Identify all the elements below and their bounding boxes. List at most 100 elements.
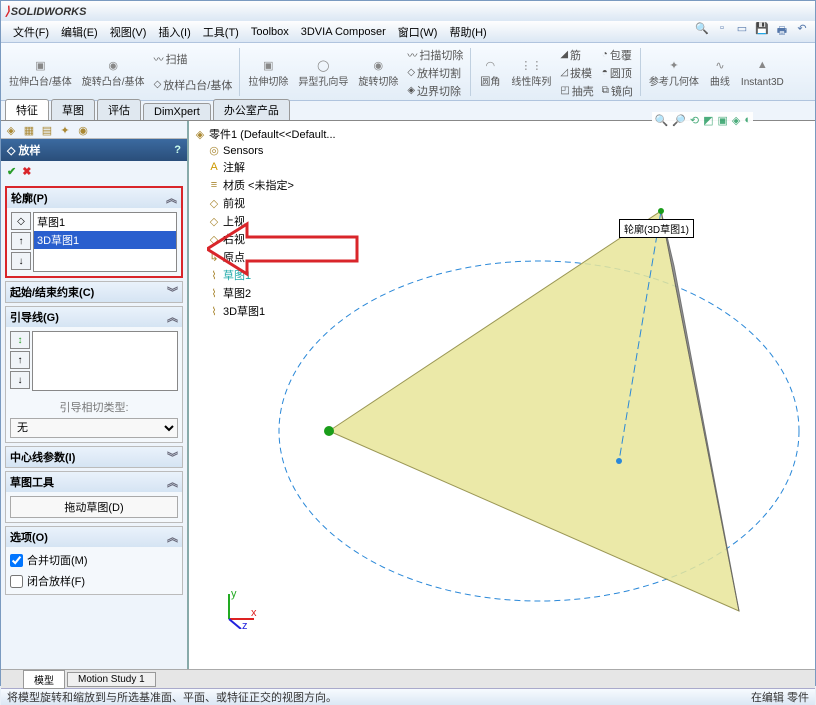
svg-text:x: x xyxy=(251,607,257,619)
tab-evaluate[interactable]: 评估 xyxy=(97,99,141,120)
profile-item-2[interactable]: 3D草图1 xyxy=(34,231,176,249)
extrude-boss-button[interactable]: ▣拉伸凸台/基体 xyxy=(5,46,76,98)
mirror-button[interactable]: ⧉ 镜向 xyxy=(599,82,636,100)
save-icon[interactable]: 💾 xyxy=(755,22,769,41)
dimxpert-mgr-icon[interactable]: ✦ xyxy=(57,123,73,137)
menu-toolbox[interactable]: Toolbox xyxy=(245,24,295,40)
start-end-header[interactable]: 起始/结束约束(C)︾ xyxy=(6,282,182,302)
revolve-icon: ◉ xyxy=(103,55,123,75)
guide-icon-button[interactable]: ↕ xyxy=(10,331,30,349)
panel-tab-icons: ◈ ▦ ▤ ✦ ◉ xyxy=(1,121,187,139)
revolve-cut-icon: ◉ xyxy=(368,55,388,75)
bottom-tabs: 模型 Motion Study 1 xyxy=(1,669,815,688)
collapse-icon: ︽ xyxy=(167,529,178,545)
tab-features[interactable]: 特征 xyxy=(5,99,49,120)
svg-text:y: y xyxy=(231,589,237,600)
sketch-tools-header[interactable]: 草图工具︽ xyxy=(6,472,182,492)
cancel-button[interactable]: ✖ xyxy=(22,165,31,178)
guide-tangent-select[interactable]: 无 xyxy=(10,418,178,438)
loft-boss-button[interactable]: ◇ 放样凸台/基体 xyxy=(151,76,236,94)
loft-cut-button[interactable]: ◇ 放样切割 xyxy=(404,64,466,82)
move-down-button[interactable]: ↓ xyxy=(11,252,31,270)
feature-tree-icon[interactable]: ◈ xyxy=(3,123,19,137)
tab-dimxpert[interactable]: DimXpert xyxy=(143,103,211,120)
extrude-icon: ▣ xyxy=(30,55,50,75)
ref-geometry-button[interactable]: ✦参考几何体 xyxy=(645,46,703,98)
rib-button[interactable]: ◢ 筋 xyxy=(557,46,596,64)
guide-header[interactable]: 引导线(G)︽ xyxy=(6,307,182,327)
dome-button[interactable]: ◓ 圆顶 xyxy=(599,64,636,82)
boundary-cut-button[interactable]: ◈ 边界切除 xyxy=(404,82,466,100)
shell-button[interactable]: ◰ 抽壳 xyxy=(557,82,596,100)
status-left: 将模型旋转和缩放到与所选基准面、平面、或特征正交的视图方向。 xyxy=(7,689,337,705)
profile-item-1[interactable]: 草图1 xyxy=(34,213,176,231)
curve-icon: ∿ xyxy=(710,55,730,75)
model-geometry xyxy=(189,121,815,669)
start-end-group: 起始/结束约束(C)︾ xyxy=(5,281,183,303)
status-right: 在编辑 零件 xyxy=(751,689,809,705)
profile-diamond-button[interactable]: ◇ xyxy=(11,212,31,230)
hole-wizard-button[interactable]: ◯异型孔向导 xyxy=(294,46,352,98)
menu-3dvia[interactable]: 3DVIA Composer xyxy=(295,24,392,40)
move-up-button[interactable]: ↑ xyxy=(11,232,31,250)
title-bar: SOLIDWORKS xyxy=(1,1,815,21)
collapse-icon: ︽ xyxy=(167,474,178,490)
search-icon[interactable]: 🔍 xyxy=(695,22,709,41)
profile-group-header[interactable]: 轮廓(P)︽ xyxy=(7,188,181,208)
extrude-cut-icon: ▣ xyxy=(258,55,278,75)
draft-button[interactable]: ◿ 拔模 xyxy=(557,64,596,82)
view-triad: x y z xyxy=(219,589,259,629)
wrap-button[interactable]: ◔ 包覆 xyxy=(599,46,636,64)
motion-study-tab[interactable]: Motion Study 1 xyxy=(67,672,156,687)
config-mgr-icon[interactable]: ▤ xyxy=(39,123,55,137)
menu-view[interactable]: 视图(V) xyxy=(104,22,153,42)
app-logo: SOLIDWORKS xyxy=(5,4,86,18)
ok-button[interactable]: ✔ xyxy=(7,165,16,178)
options-header[interactable]: 选项(O)︽ xyxy=(6,527,182,547)
menu-tools[interactable]: 工具(T) xyxy=(197,22,245,42)
revolve-cut-button[interactable]: ◉旋转切除 xyxy=(354,46,402,98)
extrude-cut-button[interactable]: ▣拉伸切除 xyxy=(244,46,292,98)
quick-access-toolbar: 🔍 ▫ ▭ 💾 🖶 ↶ xyxy=(695,22,809,41)
centerline-group: 中心线参数(I)︾ xyxy=(5,446,183,468)
options-group: 选项(O)︽ 合并切面(M) 闭合放样(F) xyxy=(5,526,183,595)
linear-pattern-button[interactable]: ⋮⋮线性阵列 xyxy=(507,46,555,98)
tab-office[interactable]: 办公室产品 xyxy=(213,99,290,120)
open-icon[interactable]: ▭ xyxy=(735,22,749,41)
property-mgr-icon[interactable]: ▦ xyxy=(21,123,37,137)
undo-icon[interactable]: ↶ xyxy=(795,22,809,41)
drag-sketch-button[interactable]: 拖动草图(D) xyxy=(10,496,178,518)
sketch-tools-group: 草图工具︽ 拖动草图(D) xyxy=(5,471,183,523)
menu-file[interactable]: 文件(F) xyxy=(7,22,55,42)
ribbon: ▣拉伸凸台/基体 ◉旋转凸台/基体 〰 扫描 ◇ 放样凸台/基体 ▣拉伸切除 ◯… xyxy=(1,43,815,101)
guide-listbox[interactable] xyxy=(32,331,178,391)
status-bar: 将模型旋转和缩放到与所选基准面、平面、或特征正交的视图方向。 在编辑 零件 xyxy=(1,688,815,705)
fillet-button[interactable]: ◠圆角 xyxy=(475,46,505,98)
sweep-button[interactable]: 〰 扫描 xyxy=(151,50,236,68)
menu-insert[interactable]: 插入(I) xyxy=(152,22,196,42)
print-icon[interactable]: 🖶 xyxy=(775,22,789,41)
new-icon[interactable]: ▫ xyxy=(715,22,729,41)
guide-down-button[interactable]: ↓ xyxy=(10,371,30,389)
loft-icon: ◇ xyxy=(7,144,15,157)
collapse-icon: ︽ xyxy=(166,190,177,206)
curves-button[interactable]: ∿曲线 xyxy=(705,46,735,98)
guide-up-button[interactable]: ↑ xyxy=(10,351,30,369)
tab-sketch[interactable]: 草图 xyxy=(51,99,95,120)
property-manager-panel: ◈ ▦ ▤ ✦ ◉ ◇ 放样 ? ✔ ✖ 轮廓(P)︽ ◇ ↑ ↓ xyxy=(1,121,189,669)
menu-help[interactable]: 帮助(H) xyxy=(443,22,492,42)
profile-callout-label[interactable]: 轮廓(3D草图1) xyxy=(619,219,694,238)
menu-window[interactable]: 窗口(W) xyxy=(392,22,444,42)
profile-listbox[interactable]: 草图1 3D草图1 xyxy=(33,212,177,272)
close-loft-checkbox[interactable]: 闭合放样(F) xyxy=(10,572,178,590)
help-icon[interactable]: ? xyxy=(174,144,181,156)
revolve-boss-button[interactable]: ◉旋转凸台/基体 xyxy=(78,46,149,98)
menu-bar: 文件(F) 编辑(E) 视图(V) 插入(I) 工具(T) Toolbox 3D… xyxy=(1,21,815,43)
graphics-viewport[interactable]: 🔍 🔎 ⟲ ◩ ▣ ◈ ◐ ◈零件1 (Default<<Default... … xyxy=(189,121,815,669)
centerline-header[interactable]: 中心线参数(I)︾ xyxy=(6,447,182,467)
merge-tangent-checkbox[interactable]: 合并切面(M) xyxy=(10,551,178,569)
menu-edit[interactable]: 编辑(E) xyxy=(55,22,104,42)
instant3d-button[interactable]: ▲Instant3D xyxy=(737,46,788,98)
display-mgr-icon[interactable]: ◉ xyxy=(75,123,91,137)
sweep-cut-button[interactable]: 〰 扫描切除 xyxy=(404,46,466,64)
